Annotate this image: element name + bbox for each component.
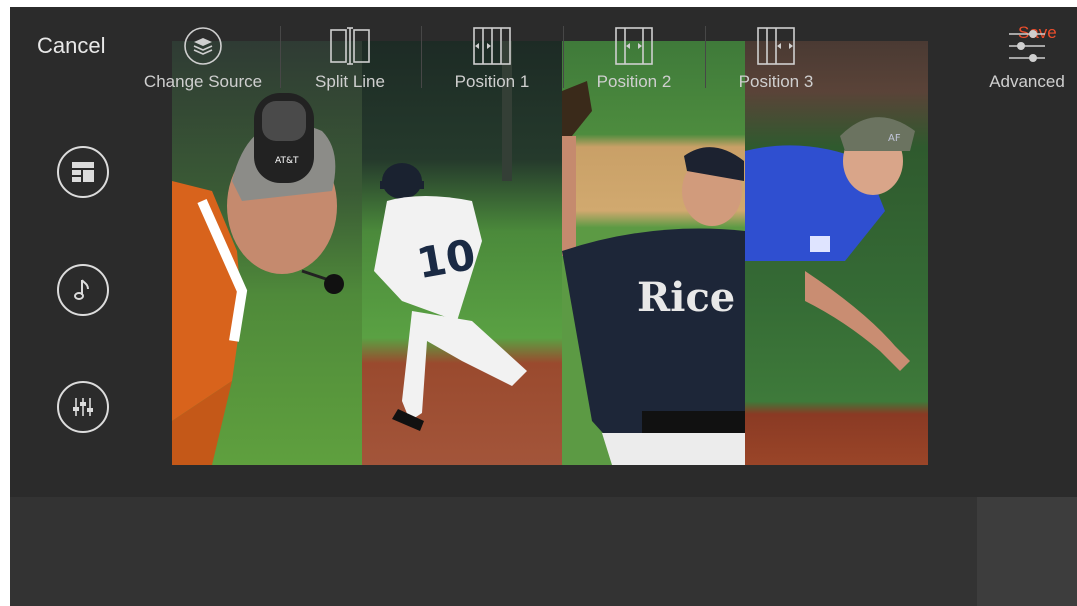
headset-label: AT&T bbox=[275, 156, 299, 166]
advanced-highlight bbox=[977, 497, 1077, 606]
position-3-icon bbox=[757, 27, 795, 65]
position-3-button[interactable]: Position 3 bbox=[716, 0, 836, 109]
cap-logo-af: AF bbox=[888, 133, 901, 144]
position-1-label: Position 1 bbox=[454, 72, 530, 91]
advanced-sliders-icon bbox=[1009, 30, 1045, 62]
layers-icon bbox=[184, 27, 222, 65]
position-2-icon bbox=[615, 27, 653, 65]
advanced-button[interactable]: Advanced bbox=[977, 0, 1077, 109]
layout-icon bbox=[72, 162, 94, 182]
toolbar-divider bbox=[280, 26, 281, 88]
change-source-label: Change Source bbox=[143, 72, 263, 91]
music-button[interactable] bbox=[57, 264, 109, 316]
split-line-label: Split Line bbox=[315, 72, 385, 91]
split-line-icon bbox=[330, 27, 370, 65]
mixer-button[interactable] bbox=[57, 381, 109, 433]
bottom-toolbar bbox=[10, 497, 1077, 606]
toolbar-divider bbox=[563, 26, 564, 88]
mixer-sliders-icon bbox=[73, 398, 93, 416]
toolbar-divider bbox=[421, 26, 422, 88]
jersey-text-rice: Rice 20 bbox=[637, 274, 745, 321]
layout-button[interactable] bbox=[57, 146, 109, 198]
split-line-button[interactable]: Split Line bbox=[290, 0, 410, 109]
cancel-button[interactable]: Cancel bbox=[37, 33, 105, 59]
jersey-number-10: 10 bbox=[413, 230, 479, 288]
toolbar-divider bbox=[705, 26, 706, 88]
position-3-label: Position 3 bbox=[738, 72, 814, 91]
change-source-button[interactable]: Change Source bbox=[133, 0, 273, 109]
music-note-icon bbox=[74, 279, 89, 300]
position-2-button[interactable]: Position 2 bbox=[574, 0, 694, 109]
position-2-label: Position 2 bbox=[596, 72, 672, 91]
position-1-button[interactable]: Position 1 bbox=[432, 0, 552, 109]
position-1-icon bbox=[473, 27, 511, 65]
advanced-label: Advanced bbox=[989, 72, 1065, 91]
